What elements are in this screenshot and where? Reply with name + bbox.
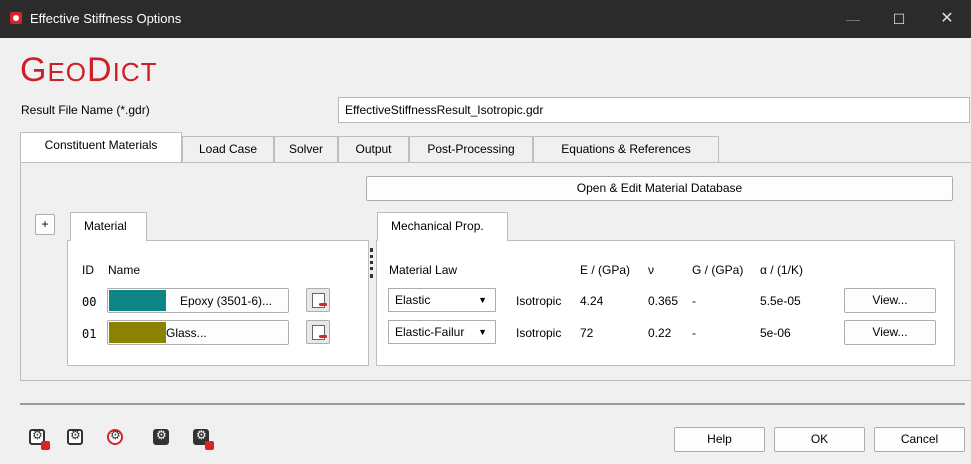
thermal-expansion-value: 5e-06 [760, 326, 791, 340]
material-law-select[interactable]: Elastic-Failur ▼ [388, 320, 496, 344]
save-settings-icon[interactable] [26, 426, 50, 450]
e-modulus-header: E / (GPa) [580, 263, 631, 277]
cancel-button[interactable]: Cancel [874, 427, 965, 452]
chevron-down-icon: ▼ [478, 295, 487, 305]
panel-splitter[interactable] [370, 248, 373, 278]
material-id: 00 [82, 295, 97, 309]
view-button[interactable]: View... [844, 288, 936, 313]
material-color-swatch [109, 290, 166, 311]
edit-settings-icon[interactable] [150, 426, 174, 450]
material-name-button[interactable]: Glass... [107, 320, 289, 345]
tab-output[interactable]: Output [338, 136, 409, 162]
poisson-value: 0.22 [648, 326, 672, 340]
geodict-logo: GEODICT [20, 51, 158, 89]
material-db-icon[interactable] [306, 320, 330, 344]
material-law-select[interactable]: Elastic ▼ [388, 288, 496, 312]
material-name-button[interactable]: Epoxy (3501-6)... [107, 288, 289, 313]
material-db-icon[interactable] [306, 288, 330, 312]
material-id: 01 [82, 327, 97, 341]
shear-modulus-value: - [692, 326, 696, 340]
e-modulus-value: 4.24 [580, 294, 604, 308]
view-button[interactable]: View... [844, 320, 936, 345]
open-edit-material-database-button[interactable]: Open & Edit Material Database [366, 176, 953, 201]
id-column-header: ID [82, 263, 94, 277]
poisson-header: ν [648, 263, 654, 277]
add-material-button[interactable]: + [35, 214, 55, 235]
e-modulus-value: 72 [580, 326, 594, 340]
close-button[interactable]: ✕ [924, 5, 970, 33]
tab-load-case[interactable]: Load Case [182, 136, 274, 162]
poisson-value: 0.365 [648, 294, 679, 308]
refresh-settings-icon[interactable] [104, 426, 128, 450]
isotropy-type: Isotropic [516, 294, 562, 308]
tab-solver[interactable]: Solver [274, 136, 338, 162]
tab-post-processing[interactable]: Post-Processing [409, 136, 533, 162]
isotropy-type: Isotropic [516, 326, 562, 340]
tab-mechanical-prop[interactable]: Mechanical Prop. [377, 212, 508, 241]
chevron-down-icon: ▼ [478, 327, 487, 337]
tab-constituent-materials[interactable]: Constituent Materials [20, 132, 182, 163]
window-title: Effective Stiffness Options [30, 11, 182, 26]
minimize-button[interactable]: — [830, 5, 876, 33]
help-button[interactable]: Help [674, 427, 765, 452]
app-icon [10, 12, 22, 24]
result-file-label: Result File Name (*.gdr) [21, 103, 150, 117]
material-color-swatch [109, 322, 166, 343]
tab-material[interactable]: Material [70, 212, 147, 241]
maximize-button[interactable]: ☐ [876, 5, 922, 33]
ok-button[interactable]: OK [774, 427, 865, 452]
save-macro-icon[interactable] [190, 426, 214, 450]
shear-modulus-value: - [692, 294, 696, 308]
tab-equations-references[interactable]: Equations & References [533, 136, 719, 162]
thermal-expansion-value: 5.5e-05 [760, 294, 801, 308]
thermal-expansion-header: α / (1/K) [760, 263, 803, 277]
separator [20, 403, 965, 405]
load-settings-icon[interactable] [64, 426, 88, 450]
title-bar: Effective Stiffness Options — ☐ ✕ [0, 0, 971, 38]
name-column-header: Name [108, 263, 141, 277]
result-file-input[interactable]: EffectiveStiffnessResult_Isotropic.gdr [338, 97, 970, 123]
shear-modulus-header: G / (GPa) [692, 263, 744, 277]
material-law-header: Material Law [389, 263, 458, 277]
